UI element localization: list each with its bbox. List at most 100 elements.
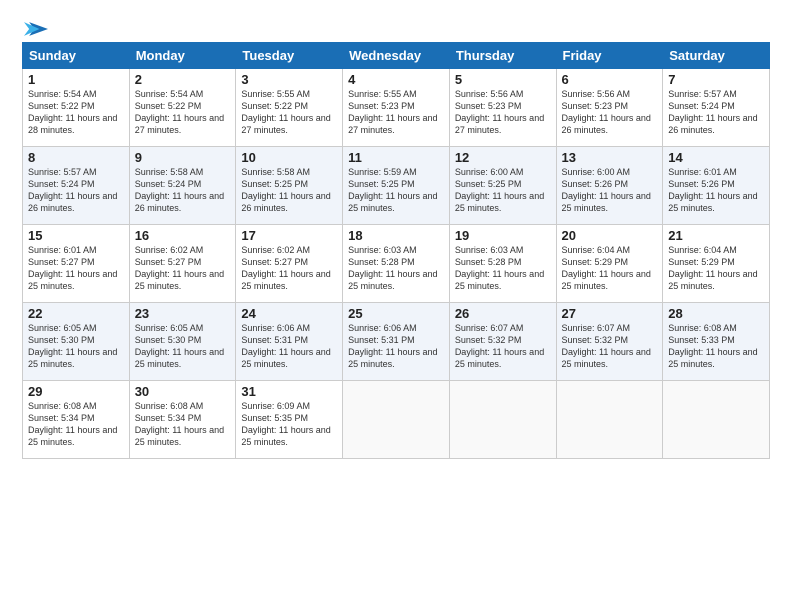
day-info: Sunrise: 6:06 AMSunset: 5:31 PMDaylight:… (241, 323, 330, 369)
day-number: 14 (668, 150, 764, 165)
day-cell: 11 Sunrise: 5:59 AMSunset: 5:25 PMDayligh… (343, 147, 450, 225)
day-info: Sunrise: 6:03 AMSunset: 5:28 PMDaylight:… (348, 245, 437, 291)
day-info: Sunrise: 6:01 AMSunset: 5:27 PMDaylight:… (28, 245, 117, 291)
day-number: 5 (455, 72, 551, 87)
day-cell (343, 381, 450, 459)
day-number: 20 (562, 228, 658, 243)
day-number: 16 (135, 228, 231, 243)
day-info: Sunrise: 6:08 AMSunset: 5:34 PMDaylight:… (135, 401, 224, 447)
day-cell: 17 Sunrise: 6:02 AMSunset: 5:27 PMDayligh… (236, 225, 343, 303)
day-info: Sunrise: 5:54 AMSunset: 5:22 PMDaylight:… (28, 89, 117, 135)
day-info: Sunrise: 6:08 AMSunset: 5:33 PMDaylight:… (668, 323, 757, 369)
day-number: 8 (28, 150, 124, 165)
day-cell: 6Sunrise: 5:56 AMSunset: 5:23 PMDaylight… (556, 69, 663, 147)
day-number: 22 (28, 306, 124, 321)
day-cell: 13 Sunrise: 6:00 AMSunset: 5:26 PMDayligh… (556, 147, 663, 225)
day-number: 1 (28, 72, 124, 87)
day-number: 21 (668, 228, 764, 243)
col-header-wednesday: Wednesday (343, 43, 450, 69)
day-cell: 31 Sunrise: 6:09 AMSunset: 5:35 PMDayligh… (236, 381, 343, 459)
day-cell: 27 Sunrise: 6:07 AMSunset: 5:32 PMDayligh… (556, 303, 663, 381)
day-cell: 4 Sunrise: 5:55 AMSunset: 5:23 PMDaylight… (343, 69, 450, 147)
day-info: Sunrise: 5:57 AMSunset: 5:24 PMDaylight:… (28, 167, 117, 213)
day-cell: 5Sunrise: 5:56 AMSunset: 5:23 PMDaylight… (449, 69, 556, 147)
day-cell: 28 Sunrise: 6:08 AMSunset: 5:33 PMDayligh… (663, 303, 770, 381)
day-info: Sunrise: 6:01 AMSunset: 5:26 PMDaylight:… (668, 167, 757, 213)
day-cell: 7Sunrise: 5:57 AMSunset: 5:24 PMDaylight… (663, 69, 770, 147)
day-number: 10 (241, 150, 337, 165)
day-info: Sunrise: 6:03 AMSunset: 5:28 PMDaylight:… (455, 245, 544, 291)
day-cell: 14 Sunrise: 6:01 AMSunset: 5:26 PMDayligh… (663, 147, 770, 225)
day-cell: 9 Sunrise: 5:58 AMSunset: 5:24 PMDaylight… (129, 147, 236, 225)
day-cell: 15 Sunrise: 6:01 AMSunset: 5:27 PMDayligh… (23, 225, 130, 303)
day-info: Sunrise: 6:04 AMSunset: 5:29 PMDaylight:… (562, 245, 651, 291)
day-info: Sunrise: 6:05 AMSunset: 5:30 PMDaylight:… (28, 323, 117, 369)
day-cell: 8 Sunrise: 5:57 AMSunset: 5:24 PMDaylight… (23, 147, 130, 225)
day-info: Sunrise: 6:08 AMSunset: 5:34 PMDaylight:… (28, 401, 117, 447)
day-info: Sunrise: 6:07 AMSunset: 5:32 PMDaylight:… (562, 323, 651, 369)
header (22, 18, 770, 36)
day-info: Sunrise: 6:00 AMSunset: 5:25 PMDaylight:… (455, 167, 544, 213)
day-info: Sunrise: 5:54 AMSunset: 5:22 PMDaylight:… (135, 89, 224, 135)
week-row-2: 8 Sunrise: 5:57 AMSunset: 5:24 PMDaylight… (23, 147, 770, 225)
col-header-friday: Friday (556, 43, 663, 69)
day-info: Sunrise: 6:02 AMSunset: 5:27 PMDaylight:… (241, 245, 330, 291)
day-number: 11 (348, 150, 444, 165)
day-info: Sunrise: 6:04 AMSunset: 5:29 PMDaylight:… (668, 245, 757, 291)
day-info: Sunrise: 6:09 AMSunset: 5:35 PMDaylight:… (241, 401, 330, 447)
day-number: 3 (241, 72, 337, 87)
day-info: Sunrise: 5:57 AMSunset: 5:24 PMDaylight:… (668, 89, 757, 135)
day-cell: 25 Sunrise: 6:06 AMSunset: 5:31 PMDayligh… (343, 303, 450, 381)
day-cell: 19 Sunrise: 6:03 AMSunset: 5:28 PMDayligh… (449, 225, 556, 303)
day-cell (663, 381, 770, 459)
day-number: 15 (28, 228, 124, 243)
col-header-sunday: Sunday (23, 43, 130, 69)
day-info: Sunrise: 5:58 AMSunset: 5:24 PMDaylight:… (135, 167, 224, 213)
col-header-thursday: Thursday (449, 43, 556, 69)
day-cell: 24 Sunrise: 6:06 AMSunset: 5:31 PMDayligh… (236, 303, 343, 381)
week-row-4: 22 Sunrise: 6:05 AMSunset: 5:30 PMDayligh… (23, 303, 770, 381)
day-number: 4 (348, 72, 444, 87)
day-number: 2 (135, 72, 231, 87)
page: SundayMondayTuesdayWednesdayThursdayFrid… (0, 0, 792, 612)
week-row-3: 15 Sunrise: 6:01 AMSunset: 5:27 PMDayligh… (23, 225, 770, 303)
day-number: 28 (668, 306, 764, 321)
day-number: 9 (135, 150, 231, 165)
day-number: 17 (241, 228, 337, 243)
day-number: 27 (562, 306, 658, 321)
day-cell: 16 Sunrise: 6:02 AMSunset: 5:27 PMDayligh… (129, 225, 236, 303)
day-cell: 23Sunrise: 6:05 AMSunset: 5:30 PMDayligh… (129, 303, 236, 381)
day-info: Sunrise: 6:06 AMSunset: 5:31 PMDaylight:… (348, 323, 437, 369)
day-number: 13 (562, 150, 658, 165)
day-number: 31 (241, 384, 337, 399)
day-cell: 30 Sunrise: 6:08 AMSunset: 5:34 PMDayligh… (129, 381, 236, 459)
day-info: Sunrise: 6:00 AMSunset: 5:26 PMDaylight:… (562, 167, 651, 213)
day-info: Sunrise: 5:55 AMSunset: 5:23 PMDaylight:… (348, 89, 437, 135)
day-cell: 29 Sunrise: 6:08 AMSunset: 5:34 PMDayligh… (23, 381, 130, 459)
day-cell (449, 381, 556, 459)
day-number: 18 (348, 228, 444, 243)
calendar-table: SundayMondayTuesdayWednesdayThursdayFrid… (22, 42, 770, 459)
day-cell: 18 Sunrise: 6:03 AMSunset: 5:28 PMDayligh… (343, 225, 450, 303)
day-cell (556, 381, 663, 459)
day-info: Sunrise: 6:02 AMSunset: 5:27 PMDaylight:… (135, 245, 224, 291)
logo (22, 22, 48, 36)
day-number: 19 (455, 228, 551, 243)
day-number: 12 (455, 150, 551, 165)
day-cell: 10Sunrise: 5:58 AMSunset: 5:25 PMDayligh… (236, 147, 343, 225)
day-info: Sunrise: 5:59 AMSunset: 5:25 PMDaylight:… (348, 167, 437, 213)
week-row-1: 1 Sunrise: 5:54 AMSunset: 5:22 PMDaylight… (23, 69, 770, 147)
day-number: 30 (135, 384, 231, 399)
day-number: 29 (28, 384, 124, 399)
day-number: 25 (348, 306, 444, 321)
col-header-saturday: Saturday (663, 43, 770, 69)
day-info: Sunrise: 6:05 AMSunset: 5:30 PMDaylight:… (135, 323, 224, 369)
col-header-monday: Monday (129, 43, 236, 69)
day-cell: 21 Sunrise: 6:04 AMSunset: 5:29 PMDayligh… (663, 225, 770, 303)
day-info: Sunrise: 6:07 AMSunset: 5:32 PMDaylight:… (455, 323, 544, 369)
day-cell: 12 Sunrise: 6:00 AMSunset: 5:25 PMDayligh… (449, 147, 556, 225)
day-info: Sunrise: 5:56 AMSunset: 5:23 PMDaylight:… (562, 89, 651, 135)
day-cell: 3Sunrise: 5:55 AMSunset: 5:22 PMDaylight… (236, 69, 343, 147)
logo-icon (24, 22, 48, 36)
day-number: 24 (241, 306, 337, 321)
